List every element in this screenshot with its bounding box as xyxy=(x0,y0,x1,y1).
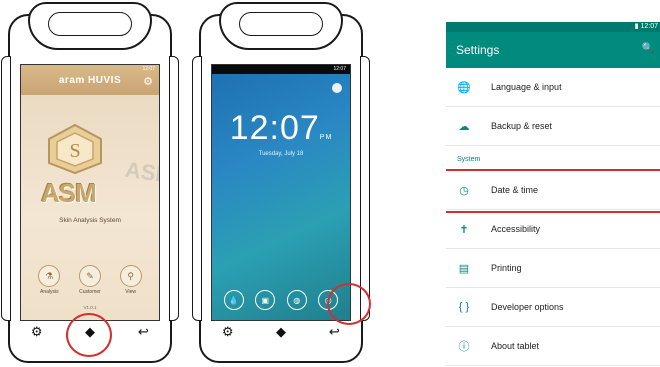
recent-apps-button[interactable]: ⚙ xyxy=(26,321,48,343)
brand-title: aram HUVIS xyxy=(58,74,122,86)
device-top-cap xyxy=(28,2,152,50)
accessibility-icon: ✝ xyxy=(459,223,469,236)
analysis-button[interactable]: ⚗ Analysis xyxy=(38,265,61,295)
settings-item-backup[interactable]: ☁ Backup & reset xyxy=(446,107,660,146)
clock-display: 12:07PM xyxy=(212,109,350,148)
device-asm-app: aram HUVIS 12:07 ⚙ S ASM ASM Skin Analys… xyxy=(1,2,179,363)
clock-ampm: PM xyxy=(319,134,333,141)
customer-icon: ✎ xyxy=(78,265,101,287)
view-label: View xyxy=(125,289,137,295)
asm-logo-text: ASM xyxy=(41,178,97,208)
date-time-highlight xyxy=(446,169,660,213)
customer-label: Customer xyxy=(79,289,101,295)
status-time: 12:07 xyxy=(640,23,658,30)
svg-text:S: S xyxy=(69,140,80,162)
settings-item-printing[interactable]: ▤ Printing xyxy=(446,249,660,288)
settings-item-label: Printing xyxy=(491,263,522,273)
asm-logo-reflection: ASM xyxy=(123,156,160,189)
gear-icon[interactable]: ⚙ xyxy=(143,75,153,88)
globe-icon: 🌐 xyxy=(457,81,471,94)
view-button[interactable]: ⚲ View xyxy=(119,265,142,295)
clock-time: 12:07 xyxy=(229,109,320,147)
settings-item-about-tablet[interactable]: ⓘ About tablet xyxy=(446,327,660,366)
asm-screen: aram HUVIS 12:07 ⚙ S ASM ASM Skin Analys… xyxy=(20,64,160,321)
settings-item-accessibility[interactable]: ✝ Accessibility xyxy=(446,210,660,249)
settings-item-label: Backup & reset xyxy=(491,121,553,131)
status-time: 12:07 xyxy=(142,66,155,72)
printer-icon: ▤ xyxy=(458,262,470,275)
clock-date: Tuesday, July 18 xyxy=(258,151,304,157)
main-menu: ⚗ Analysis ✎ Customer ⚲ View xyxy=(29,265,151,295)
settings-item-label: About tablet xyxy=(491,341,540,351)
home-button-highlight xyxy=(66,313,112,357)
asm-logo-icon: S xyxy=(48,123,102,175)
app-header: aram HUVIS xyxy=(21,65,159,95)
code-braces-icon: { } xyxy=(458,301,470,313)
search-icon[interactable]: 🔍 xyxy=(642,43,654,54)
status-bar: ▮ 12:07 xyxy=(446,22,660,32)
section-header-system: System xyxy=(457,156,481,163)
recent-apps-button[interactable]: ⚙ xyxy=(217,321,239,343)
globe-icon[interactable]: ◍ xyxy=(286,290,307,310)
settings-item-label: Accessibility xyxy=(491,224,541,234)
back-button[interactable]: ↩ xyxy=(132,321,154,343)
app-subtitle: Skin Analysis System xyxy=(59,217,121,224)
droplet-icon[interactable]: 💧 xyxy=(223,290,244,310)
cloud-upload-icon: ☁ xyxy=(458,120,470,133)
settings-panel: ▮ 12:07 Settings 🔍 🌐 Language & input ☁ … xyxy=(446,22,660,367)
flask-icon: ⚗ xyxy=(38,265,61,287)
status-time: 12:07 xyxy=(212,65,350,74)
settings-item-label: Developer options xyxy=(491,302,564,312)
lock-screen: 12:07 12:07PM Tuesday, July 18 💧 ▣ ◍ ◎ xyxy=(211,64,351,321)
info-icon: ⓘ xyxy=(458,341,470,353)
magnifier-icon: ⚲ xyxy=(119,265,142,287)
settings-item-developer-options[interactable]: { } Developer options xyxy=(446,288,660,327)
settings-item-language[interactable]: 🌐 Language & input xyxy=(446,68,660,107)
page-title: Settings xyxy=(456,43,500,57)
analysis-label: Analysis xyxy=(40,289,59,295)
home-button[interactable]: ◆ xyxy=(270,321,292,343)
shortcut-row: 💧 ▣ ◍ ◎ xyxy=(218,290,344,310)
moon-icon xyxy=(332,83,342,93)
lens-button-highlight xyxy=(327,283,371,325)
back-button[interactable]: ↩ xyxy=(323,321,345,343)
settings-header: Settings 🔍 xyxy=(446,32,660,68)
settings-item-label: Language & input xyxy=(491,82,562,92)
device-top-cap xyxy=(219,2,343,50)
customer-button[interactable]: ✎ Customer xyxy=(78,265,101,295)
image-icon[interactable]: ▣ xyxy=(255,290,276,310)
